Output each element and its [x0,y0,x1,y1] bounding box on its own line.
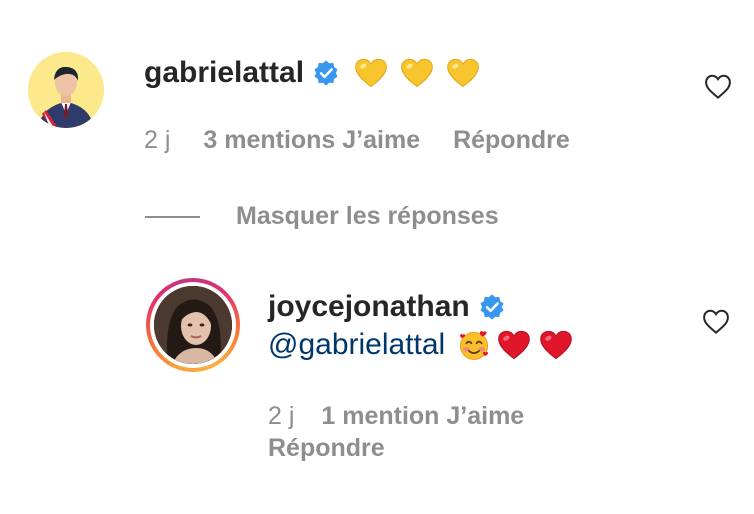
comment-reply-button[interactable]: Répondre [453,126,570,154]
avatar-gabrielattal[interactable] [28,52,104,128]
yellow-heart-icon [447,58,479,88]
reply-body: @gabrielattal [268,328,573,362]
avatar-story-ring[interactable] [146,278,240,372]
comment-time: 2 j [144,126,171,154]
username-gabrielattal[interactable]: gabrielattal [144,56,304,90]
hide-replies-button[interactable]: Masquer les réponses [236,202,499,231]
verified-badge-icon [480,294,504,320]
avatar-illustration [28,52,104,128]
replies-divider-line [145,216,200,218]
reply-likes-link[interactable]: 1 mention J’aime [321,402,524,430]
red-heart-icon [498,330,531,360]
avatar-photo [154,286,232,364]
mention-link[interactable]: @gabrielattal [268,328,445,362]
reply-reply-row: Répondre [268,434,385,463]
yellow-heart-icon [355,58,387,88]
avatar-joycejonathan [154,286,232,364]
username-joycejonathan[interactable]: joycejonathan [268,290,470,324]
smiling-face-with-hearts-icon [460,331,489,360]
reply-header: joycejonathan [268,290,506,324]
like-comment-heart-icon[interactable] [703,72,733,102]
yellow-heart-icon [401,58,433,88]
apostrophe-mark [342,62,350,72]
red-heart-icon [540,330,573,360]
reply-meta: 2 j 1 mention J’aime [268,402,524,431]
verified-badge-icon [314,60,338,86]
avatar-ring-gap [150,282,236,368]
hide-replies-label: Masquer les réponses [236,202,499,230]
like-reply-heart-icon[interactable] [701,307,731,337]
comment-likes-link[interactable]: 3 mentions J’aime [203,126,420,154]
reply-reply-button[interactable]: Répondre [268,434,385,462]
comment-meta: 2 j 3 mentions J’aime Répondre [144,126,570,155]
comment-header: gabrielattal [144,56,480,90]
reply-time: 2 j [268,402,295,430]
